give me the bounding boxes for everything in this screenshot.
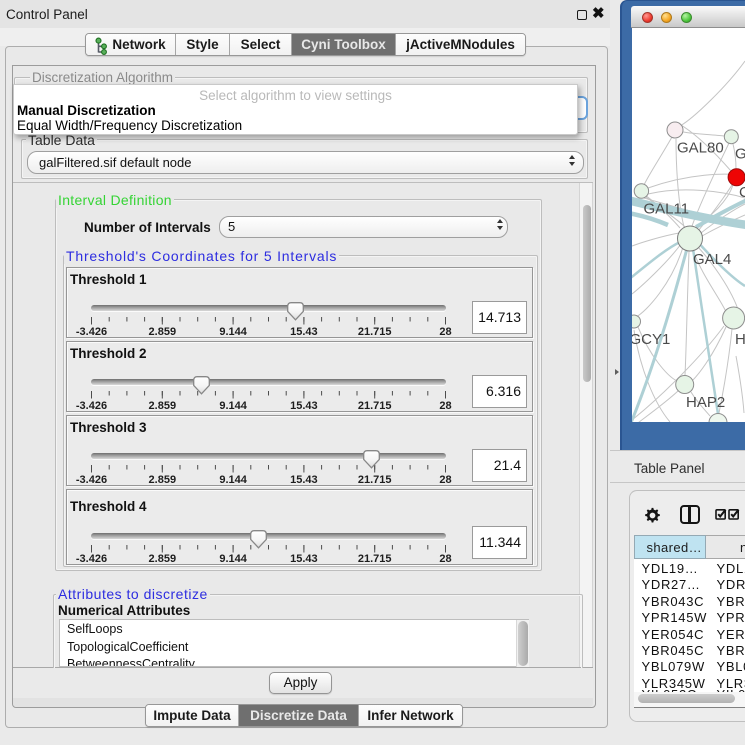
svg-text:GA: GA [735, 145, 745, 162]
svg-text:GAL80: GAL80 [677, 139, 724, 156]
svg-text:C: C [739, 184, 745, 201]
svg-text:GAL4: GAL4 [693, 251, 731, 268]
svg-text:GAL11: GAL11 [644, 200, 690, 217]
svg-text:H: H [735, 331, 745, 348]
svg-text:HAP2: HAP2 [686, 394, 725, 411]
svg-text:GCY1: GCY1 [632, 331, 670, 348]
